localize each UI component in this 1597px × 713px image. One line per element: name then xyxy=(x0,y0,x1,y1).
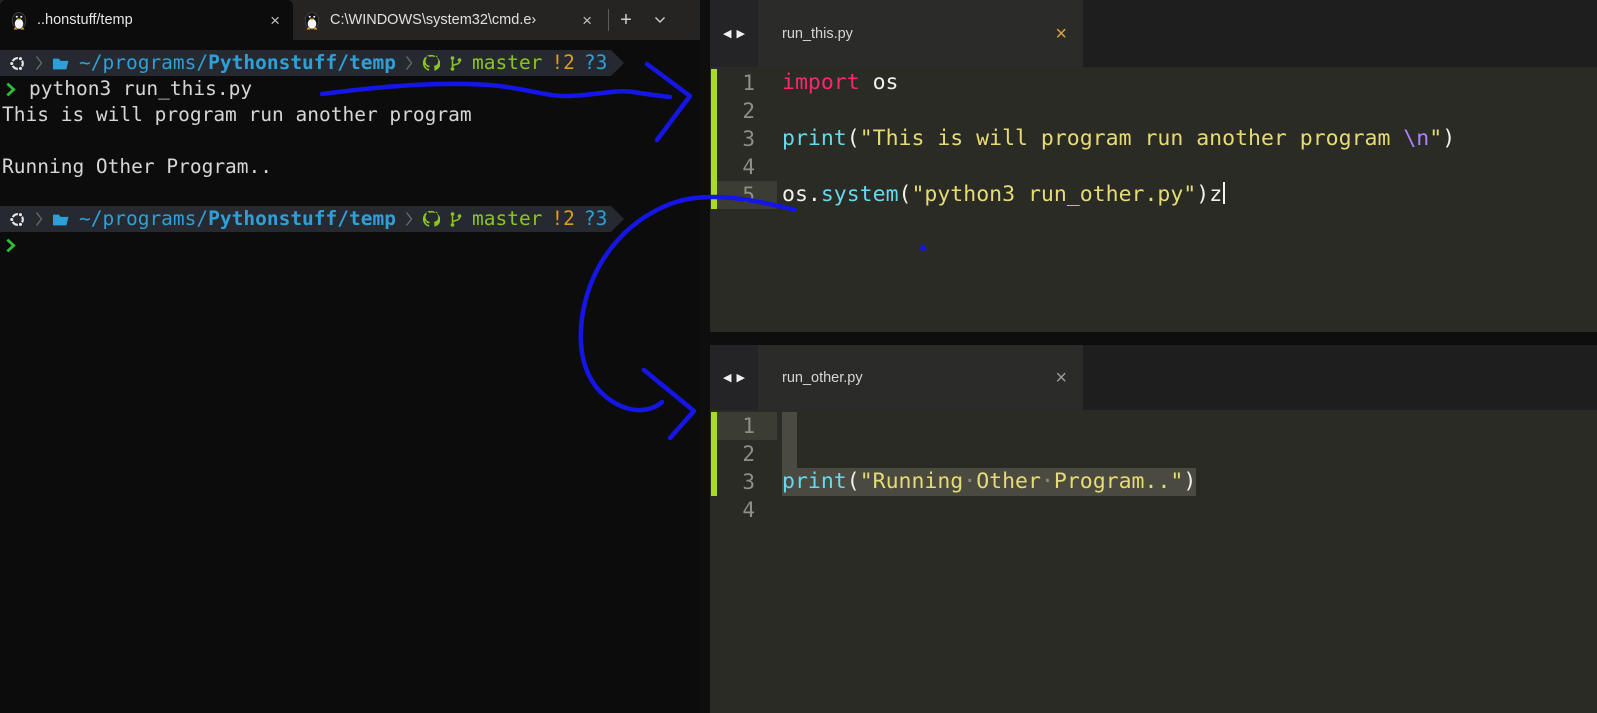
code-line[interactable]: 3print("Running·Other·Program..") xyxy=(710,468,1597,496)
editor-content[interactable]: 1import os23print("This is will program … xyxy=(710,67,1597,332)
code-line[interactable]: 2 xyxy=(710,440,1597,468)
close-icon[interactable]: × xyxy=(1055,24,1067,44)
editor-tab[interactable]: run_other.py × xyxy=(758,345,1083,410)
nav-forward-icon[interactable]: ▶ xyxy=(737,371,745,384)
code-line[interactable]: 2 xyxy=(710,97,1597,125)
code-text: os.system("python3 run_other.py")z xyxy=(782,181,1225,209)
close-icon[interactable]: × xyxy=(579,12,595,29)
terminal-pane: ..honstuff/temp × C:\WINDOWS\system32\cm… xyxy=(0,0,700,713)
git-branch-name: master xyxy=(472,206,542,232)
terminal-tab-inactive[interactable]: C:\WINDOWS\system32\cmd.e› × xyxy=(293,0,605,40)
code-text: print("This is will program run another … xyxy=(782,125,1455,153)
terminal-body: ~/programs/Pythonstuff/temp master !2 ?3… xyxy=(0,40,700,258)
code-line[interactable]: 1 xyxy=(710,412,1597,440)
git-untracked-count: ?3 xyxy=(584,206,607,232)
github-icon xyxy=(422,54,440,72)
code-text xyxy=(782,440,797,468)
editor-nav: ◀ ▶ xyxy=(710,0,758,67)
code-line[interactable]: 4 xyxy=(710,496,1597,524)
tab-title: ..honstuff/temp xyxy=(37,12,258,28)
code-line[interactable]: 1import os xyxy=(710,69,1597,97)
cwd-path: ~/programs/ xyxy=(79,51,208,74)
tux-icon xyxy=(10,10,28,30)
editor-pane-bottom: ◀ ▶ run_other.py × 123print("Running·Oth… xyxy=(710,345,1597,713)
code-line[interactable]: 5os.system("python3 run_other.py")z xyxy=(710,181,1597,209)
git-branch-name: master xyxy=(472,50,542,76)
tab-title: run_this.py xyxy=(782,26,853,42)
editor-pane-top: ◀ ▶ run_this.py × 1import os23print("Thi… xyxy=(710,0,1597,332)
editor-nav: ◀ ▶ xyxy=(710,345,758,410)
close-icon[interactable]: × xyxy=(1055,368,1067,388)
tux-icon xyxy=(303,10,321,30)
ubuntu-icon xyxy=(9,55,26,72)
selection-block xyxy=(782,412,797,440)
prompt-caret-icon xyxy=(5,81,16,98)
code-text: print("Running·Other·Program..") xyxy=(782,468,1196,496)
line-number: 1 xyxy=(717,69,777,97)
terminal-blank-line xyxy=(0,180,700,206)
tab-dropdown-button[interactable] xyxy=(643,0,677,40)
code-rows: 1import os23print("This is will program … xyxy=(710,69,1597,209)
folder-icon xyxy=(52,212,70,227)
terminal-output: Running Other Program.. xyxy=(0,154,700,180)
line-number: 2 xyxy=(717,440,777,468)
nav-back-icon[interactable]: ◀ xyxy=(723,27,731,40)
ubuntu-icon xyxy=(9,211,26,228)
cwd-path-anchor: Pythonstuff/temp xyxy=(208,207,396,230)
separator-chevron-icon xyxy=(35,55,43,71)
nav-back-icon[interactable]: ◀ xyxy=(723,371,731,384)
line-number: 3 xyxy=(717,125,777,153)
prompt-line: ~/programs/Pythonstuff/temp master !2 ?3 xyxy=(0,206,611,232)
code-text: import os xyxy=(782,69,899,97)
code-text xyxy=(782,412,797,440)
editor-tab[interactable]: run_this.py × xyxy=(758,0,1083,67)
git-branch-icon xyxy=(449,211,463,228)
line-number: 3 xyxy=(717,468,777,496)
line-number: 2 xyxy=(717,97,777,125)
git-branch-icon xyxy=(449,55,463,72)
new-tab-button[interactable]: + xyxy=(609,0,643,40)
screenshot-stage: ..honstuff/temp × C:\WINDOWS\system32\cm… xyxy=(0,0,1597,713)
prompt-caret-icon xyxy=(5,237,16,254)
line-number: 4 xyxy=(717,153,777,181)
editor-header: ◀ ▶ run_this.py × xyxy=(710,0,1597,67)
text-cursor xyxy=(1223,182,1225,204)
prompt-line: ~/programs/Pythonstuff/temp master !2 ?3 xyxy=(0,50,611,76)
git-modified-count: !2 xyxy=(551,206,574,232)
line-number: 4 xyxy=(717,496,777,524)
line-number: 1 xyxy=(717,412,777,440)
tab-title: C:\WINDOWS\system32\cmd.e› xyxy=(330,12,570,28)
close-icon[interactable]: × xyxy=(267,12,283,29)
selection-block xyxy=(782,440,797,468)
cwd-path: ~/programs/ xyxy=(79,207,208,230)
terminal-output: This is will program run another program xyxy=(0,102,700,128)
github-icon xyxy=(422,210,440,228)
terminal-blank-line xyxy=(0,128,700,154)
code-line[interactable]: 4 xyxy=(710,153,1597,181)
line-number: 5 xyxy=(717,181,777,209)
tab-title: run_other.py xyxy=(782,370,863,386)
terminal-command: python3 run_this.py xyxy=(29,76,252,102)
separator-chevron-icon xyxy=(405,55,413,71)
git-untracked-count: ?3 xyxy=(584,50,607,76)
cwd-path-anchor: Pythonstuff/temp xyxy=(208,51,396,74)
separator-chevron-icon xyxy=(35,211,43,227)
nav-forward-icon[interactable]: ▶ xyxy=(737,27,745,40)
folder-icon xyxy=(52,56,70,71)
editor-content[interactable]: 123print("Running·Other·Program..")4 xyxy=(710,410,1597,713)
editor-area: ◀ ▶ run_this.py × 1import os23print("Thi… xyxy=(700,0,1597,713)
editor-header: ◀ ▶ run_other.py × xyxy=(710,345,1597,410)
code-rows: 123print("Running·Other·Program..")4 xyxy=(710,412,1597,524)
code-line[interactable]: 3print("This is will program run another… xyxy=(710,125,1597,153)
git-modified-count: !2 xyxy=(551,50,574,76)
separator-chevron-icon xyxy=(405,211,413,227)
chevron-down-icon xyxy=(654,16,666,24)
terminal-tab-active[interactable]: ..honstuff/temp × xyxy=(0,0,293,40)
terminal-tab-bar: ..honstuff/temp × C:\WINDOWS\system32\cm… xyxy=(0,0,700,40)
